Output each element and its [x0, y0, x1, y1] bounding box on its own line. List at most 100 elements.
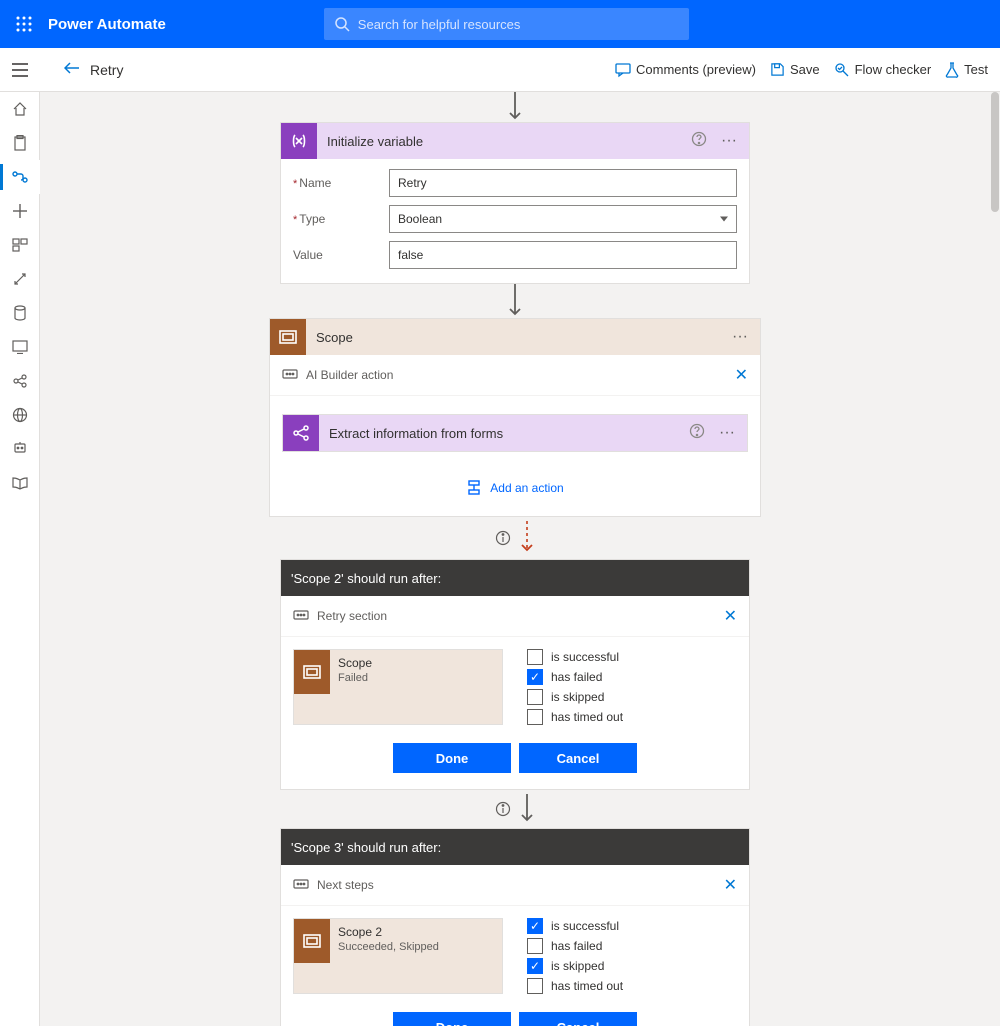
hamburger-icon[interactable] [0, 48, 40, 92]
close-icon[interactable]: ✕ [735, 365, 748, 385]
done-button[interactable]: Done [393, 1012, 511, 1026]
rail-data-icon[interactable] [0, 296, 40, 330]
extract-forms-action[interactable]: Extract information from forms ··· [282, 414, 748, 452]
checkbox-skipped[interactable]: ✓is skipped [527, 958, 623, 974]
comment-icon [293, 879, 309, 891]
rail-plus-icon[interactable] [0, 194, 40, 228]
save-button[interactable]: Save [770, 62, 820, 77]
checker-icon [834, 62, 850, 78]
card-header[interactable]: Initialize variable ··· [281, 123, 749, 159]
flow-canvas[interactable]: Initialize variable ··· *Name Retry *Typ… [40, 92, 990, 1026]
predecessor-status: Failed [338, 672, 372, 684]
runafter-scope2-panel: 'Scope 2' should run after: Retry sectio… [280, 559, 750, 790]
add-action-icon [466, 480, 482, 496]
section-bar: Next steps ✕ [281, 865, 749, 906]
rail-connector-icon[interactable] [0, 262, 40, 296]
predecessor-status: Succeeded, Skipped [338, 941, 439, 953]
top-bar: Power Automate [0, 0, 1000, 48]
type-select[interactable]: Boolean [389, 205, 737, 233]
scope-icon [294, 919, 330, 963]
comment-icon [293, 610, 309, 622]
rail-globe-icon[interactable] [0, 398, 40, 432]
predecessor-scope-card: Scope Failed [293, 649, 503, 725]
more-icon[interactable]: ··· [715, 424, 739, 442]
checkbox-failed[interactable]: has failed [527, 938, 623, 954]
cancel-button[interactable]: Cancel [519, 743, 637, 773]
card-title: Extract information from forms [329, 426, 503, 441]
connector-arrow [255, 92, 775, 122]
done-button[interactable]: Done [393, 743, 511, 773]
rail-flows-icon[interactable] [0, 160, 40, 194]
initialize-variable-action[interactable]: Initialize variable ··· *Name Retry *Typ… [280, 122, 750, 284]
card-header[interactable]: Scope ··· [270, 319, 760, 355]
checkbox-successful[interactable]: ✓is successful [527, 918, 623, 934]
flask-icon [945, 62, 959, 78]
rail-learn-icon[interactable] [0, 466, 40, 500]
predecessor-name: Scope [338, 656, 372, 670]
checkbox-timedout[interactable]: has timed out [527, 709, 623, 725]
checkbox-successful[interactable]: is successful [527, 649, 623, 665]
cancel-button[interactable]: Cancel [519, 1012, 637, 1026]
search-input[interactable] [358, 17, 679, 32]
connector-arrow [255, 790, 775, 828]
info-icon[interactable] [495, 801, 511, 817]
test-button[interactable]: Test [945, 62, 988, 78]
help-icon[interactable] [689, 423, 705, 444]
help-icon[interactable] [691, 131, 707, 152]
brand-label: Power Automate [48, 16, 166, 33]
card-header: 'Scope 2' should run after: [281, 560, 749, 596]
card-header: 'Scope 3' should run after: [281, 829, 749, 865]
add-action-button[interactable]: Add an action [270, 452, 760, 516]
name-input[interactable]: Retry [389, 169, 737, 197]
breadcrumb: Retry [90, 62, 123, 78]
rail-monitor-icon[interactable] [0, 330, 40, 364]
ai-builder-icon [283, 415, 319, 451]
predecessor-name: Scope 2 [338, 925, 439, 939]
checkbox-timedout[interactable]: has timed out [527, 978, 623, 994]
card-title: Initialize variable [327, 134, 423, 149]
checkbox-failed[interactable]: ✓has failed [527, 669, 623, 685]
section-bar: Retry section ✕ [281, 596, 749, 637]
value-input[interactable]: false [389, 241, 737, 269]
search-icon [334, 16, 350, 32]
connector-arrow [255, 284, 775, 318]
card-title: Scope [316, 330, 353, 345]
search-box[interactable] [324, 8, 689, 40]
connector-arrow-conditional [255, 517, 775, 559]
rail-template-icon[interactable] [0, 228, 40, 262]
card-title: 'Scope 2' should run after: [281, 571, 441, 586]
comment-icon [615, 62, 631, 78]
rail-share-icon[interactable] [0, 364, 40, 398]
field-label-value: Value [293, 248, 389, 262]
section-label: Next steps [317, 878, 374, 892]
left-nav-rail [0, 92, 40, 1026]
close-icon[interactable]: ✕ [724, 875, 737, 895]
info-icon[interactable] [495, 530, 511, 546]
runafter-scope3-panel: 'Scope 3' should run after: Next steps ✕… [280, 828, 750, 1026]
variable-icon [281, 123, 317, 159]
comments-button[interactable]: Comments (preview) [615, 62, 756, 78]
waffle-icon[interactable] [8, 8, 40, 40]
section-bar: AI Builder action ✕ [270, 355, 760, 396]
command-bar: Retry Comments (preview) Save Flow check… [0, 48, 1000, 92]
section-label: AI Builder action [306, 368, 393, 382]
card-title: 'Scope 3' should run after: [281, 840, 441, 855]
field-label-name: *Name [293, 176, 389, 190]
comment-icon [282, 369, 298, 381]
field-label-type: *Type [293, 212, 389, 226]
section-label: Retry section [317, 609, 387, 623]
checkbox-skipped[interactable]: is skipped [527, 689, 623, 705]
rail-home-icon[interactable] [0, 92, 40, 126]
more-icon[interactable]: ··· [717, 132, 741, 150]
predecessor-scope-card: Scope 2 Succeeded, Skipped [293, 918, 503, 994]
save-icon [770, 62, 785, 77]
more-icon[interactable]: ··· [728, 328, 752, 346]
scope-action[interactable]: Scope ··· AI Builder action ✕ Extract in… [269, 318, 761, 517]
scope-icon [294, 650, 330, 694]
close-icon[interactable]: ✕ [724, 606, 737, 626]
vertical-scrollbar[interactable] [990, 92, 1000, 1026]
rail-chatbot-icon[interactable] [0, 432, 40, 466]
rail-clipboard-icon[interactable] [0, 126, 40, 160]
flow-checker-button[interactable]: Flow checker [834, 62, 932, 78]
back-arrow-icon[interactable] [64, 61, 80, 79]
